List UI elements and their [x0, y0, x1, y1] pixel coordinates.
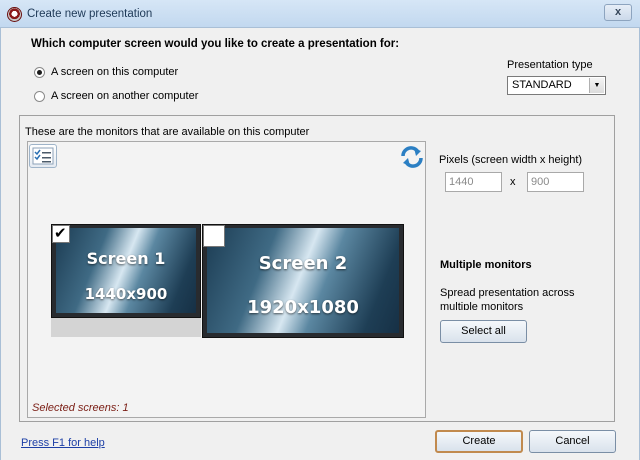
- multiple-monitors-description: Spread presentation across multiple moni…: [440, 287, 575, 310]
- close-button[interactable]: x: [604, 4, 632, 21]
- pixel-height-input[interactable]: [527, 172, 584, 192]
- radio-button-selected[interactable]: [34, 66, 45, 78]
- radio-another-computer[interactable]: A screen on another computer: [34, 90, 198, 102]
- title-bar: Create new presentation x: [0, 0, 640, 28]
- presentation-type-select[interactable]: STANDARD ▼: [507, 76, 606, 95]
- radio-this-computer[interactable]: A screen on this computer: [34, 66, 178, 78]
- presentation-app-icon: [7, 7, 22, 22]
- presentation-type-label: Presentation type: [507, 59, 593, 71]
- window-title: Create new presentation: [27, 8, 153, 20]
- screen-1-resolution: 1440x900: [84, 285, 168, 303]
- pixels-label: Pixels (screen width x height): [439, 154, 583, 166]
- screen-2-resolution: 1920x1080: [247, 297, 359, 318]
- select-all-button[interactable]: Select all: [440, 320, 527, 343]
- multiple-monitors-title: Multiple monitors: [440, 259, 532, 271]
- radio-button[interactable]: [34, 90, 45, 102]
- screen-2-thumbnail[interactable]: Screen 2 1920x1080: [202, 224, 404, 338]
- screen-question: Which computer screen would you like to …: [31, 38, 400, 50]
- screen-1-name: Screen 1: [86, 249, 166, 268]
- screen-1-thumbnail[interactable]: Screen 1 1440x900: [51, 224, 201, 318]
- pixels-separator: x: [510, 176, 516, 188]
- screen-1-strip: [51, 318, 201, 337]
- dropdown-arrow-icon[interactable]: ▼: [589, 78, 604, 93]
- screen-2-checkbox[interactable]: [203, 225, 225, 247]
- presentation-type-value: STANDARD: [512, 79, 572, 91]
- radio-label: A screen on this computer: [51, 66, 179, 78]
- selected-screens-count: Selected screens: 1: [32, 402, 129, 414]
- screen-2-name: Screen 2: [258, 253, 348, 274]
- checklist-icon[interactable]: [29, 144, 57, 168]
- screen-1-checkbox[interactable]: [52, 224, 70, 243]
- help-link[interactable]: Press F1 for help: [21, 437, 105, 449]
- pixel-width-input[interactable]: [445, 172, 502, 192]
- radio-label: A screen on another computer: [51, 90, 199, 102]
- cancel-button[interactable]: Cancel: [529, 430, 616, 453]
- create-button[interactable]: Create: [435, 430, 523, 453]
- monitors-caption: These are the monitors that are availabl…: [25, 126, 310, 138]
- refresh-icon[interactable]: [399, 145, 425, 169]
